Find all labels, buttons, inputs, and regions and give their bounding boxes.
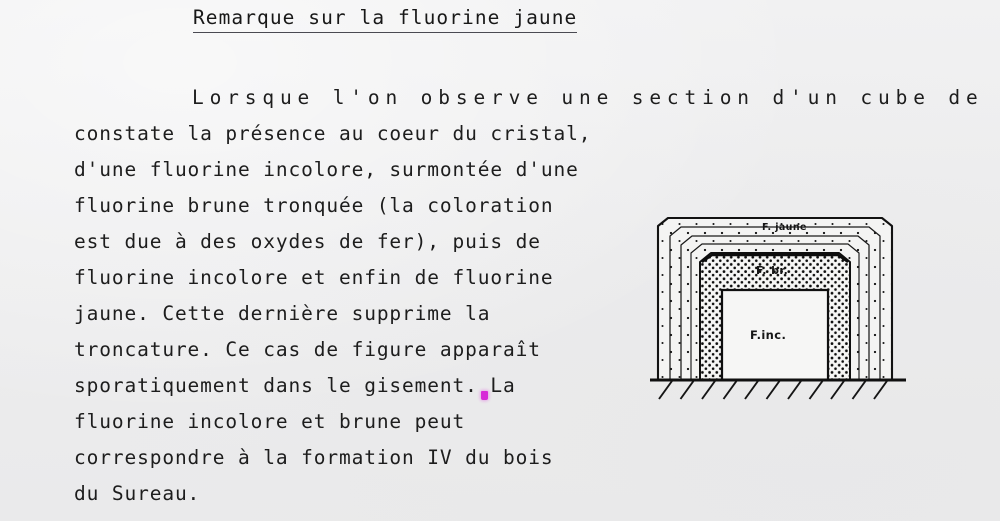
text-line: constate la présence au coeur du cristal…: [74, 122, 592, 145]
text-line: correspondre à la formation IV du bois: [74, 446, 554, 469]
ground-hatch-stroke: [787, 380, 802, 400]
text-line: Lorsque l'on observe une section d'un cu…: [192, 86, 1000, 109]
diagram-label-outer: F. jaune: [762, 222, 807, 233]
diagram-label-middle: F. br.: [756, 264, 788, 277]
page-title: Remarque sur la fluorine jaune: [193, 6, 578, 33]
ground-hatching: [658, 380, 888, 400]
ground-hatch-stroke: [722, 380, 738, 400]
text-line: d'une fluorine incolore, surmontée d'une: [74, 158, 579, 181]
ground-hatch-stroke: [765, 380, 781, 400]
ground-hatch-stroke: [744, 380, 759, 400]
pink-ink-speck: [481, 391, 488, 400]
ground-hatch-stroke: [873, 380, 888, 400]
ground-hatch-stroke: [808, 380, 824, 400]
text-line: du Sureau.: [74, 482, 201, 505]
ground-hatch-stroke: [679, 380, 695, 400]
ground-hatch-stroke: [658, 380, 673, 400]
text-line: fluorine incolore et brune peut: [74, 410, 466, 433]
ground-hatch-stroke: [851, 380, 867, 400]
ground-hatch-stroke: [701, 380, 716, 400]
ground-hatch-stroke: [830, 380, 845, 400]
diagram-label-inner: F.inc.: [750, 328, 786, 342]
fluorite-cross-section-diagram: F. jaune F. br. F.inc.: [650, 212, 910, 400]
